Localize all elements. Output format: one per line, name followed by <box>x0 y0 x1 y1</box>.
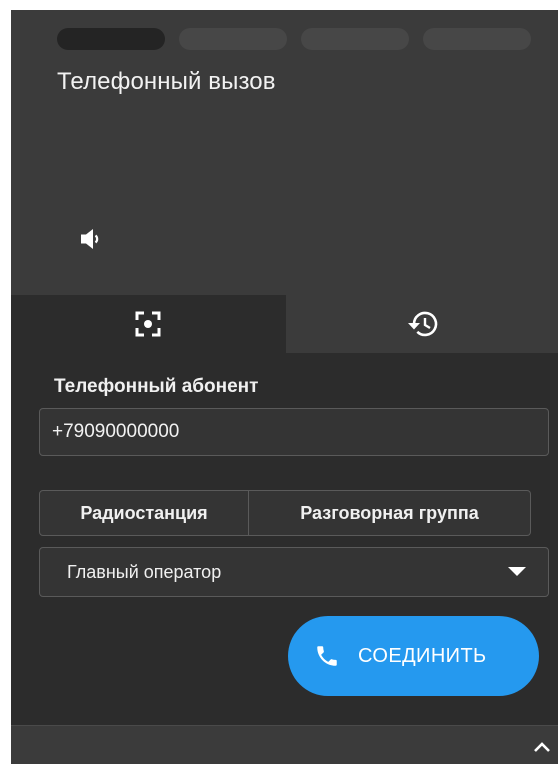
step-1-indicator <box>57 28 165 50</box>
step-2-indicator <box>179 28 287 50</box>
step-indicator <box>57 28 531 50</box>
caret-down-icon <box>508 567 526 576</box>
history-icon <box>407 311 437 337</box>
tab-bar <box>11 295 558 353</box>
focus-target-icon <box>135 311 161 337</box>
chevron-up-icon[interactable] <box>532 740 552 754</box>
subscriber-label: Телефонный абонент <box>54 376 259 397</box>
phone-number-field[interactable] <box>39 408 549 456</box>
tab-history[interactable] <box>284 295 558 353</box>
radio-station-button[interactable]: Радиостанция <box>39 490 249 536</box>
operator-select[interactable]: Главный оператор <box>39 547 549 597</box>
call-title: Телефонный вызов <box>57 68 276 95</box>
connect-button[interactable]: СОЕДИНИТЬ <box>288 616 539 696</box>
speaker-icon[interactable] <box>79 226 105 252</box>
connect-button-label: СОЕДИНИТЬ <box>358 644 487 667</box>
step-4-indicator <box>423 28 531 50</box>
talk-group-button[interactable]: Разговорная группа <box>249 490 531 536</box>
call-header: Телефонный вызов <box>11 10 558 295</box>
tab-direct-call[interactable] <box>11 295 285 353</box>
step-3-indicator <box>301 28 409 50</box>
operator-select-value: Главный оператор <box>67 561 222 582</box>
target-type-toggle: Радиостанция Разговорная группа <box>39 490 531 536</box>
bottom-bar <box>11 725 558 764</box>
call-panel: Телефонный вызов Телефонный абонент Ради… <box>11 10 558 764</box>
phone-icon <box>317 646 337 666</box>
